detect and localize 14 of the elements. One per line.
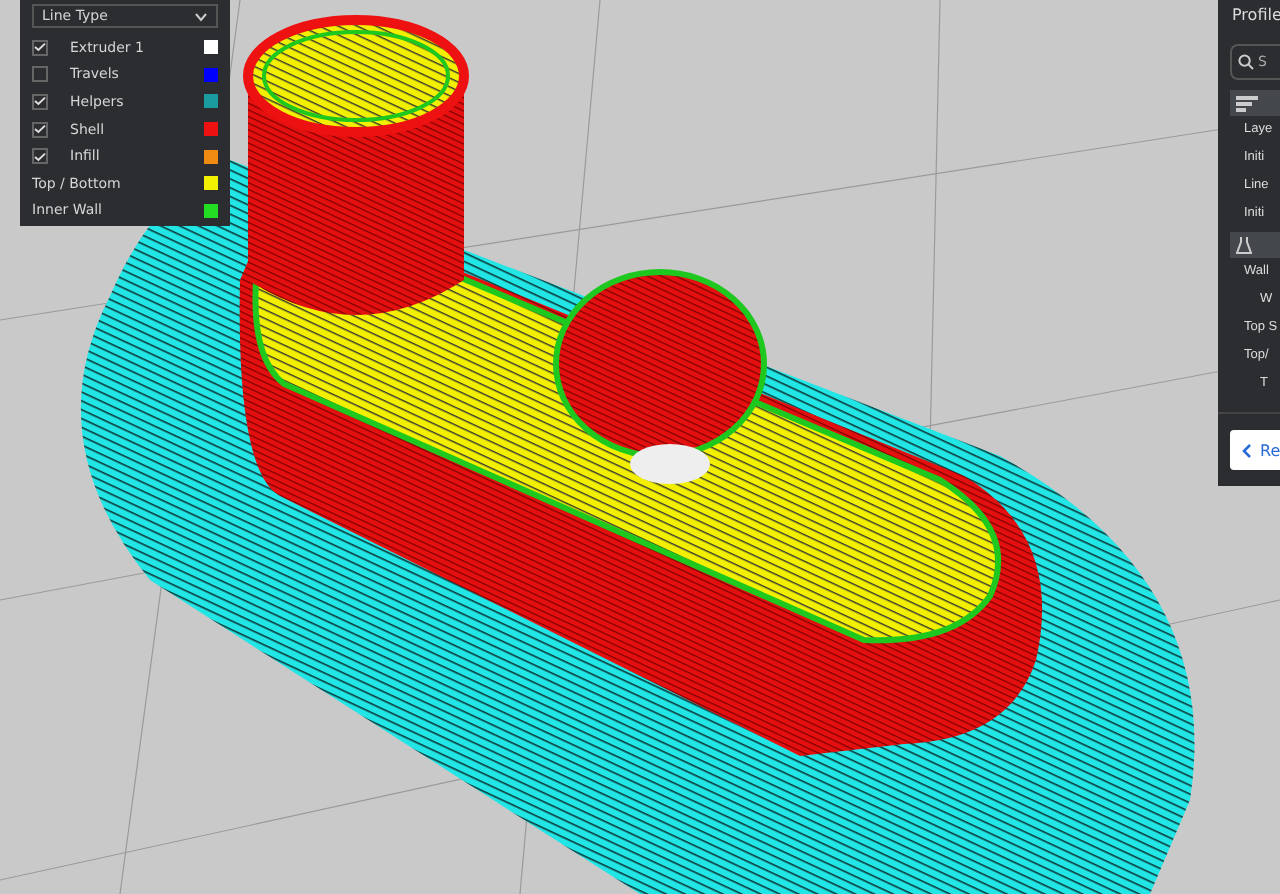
checkbox[interactable] xyxy=(32,148,48,165)
recommended-button[interactable]: Re xyxy=(1230,430,1280,470)
category-header[interactable] xyxy=(1230,90,1280,116)
beaker-icon xyxy=(1236,236,1252,254)
checkbox[interactable] xyxy=(32,121,48,138)
search-icon xyxy=(1238,54,1254,70)
checkbox[interactable] xyxy=(32,66,48,83)
layers-icon xyxy=(1236,95,1258,111)
chevron-left-icon xyxy=(1242,443,1252,457)
panel-title: Profile xyxy=(1230,4,1280,28)
category-header[interactable] xyxy=(1230,232,1280,258)
checkbox[interactable] xyxy=(32,39,48,56)
checkbox[interactable] xyxy=(32,93,48,110)
chevron-down-icon xyxy=(194,11,208,21)
